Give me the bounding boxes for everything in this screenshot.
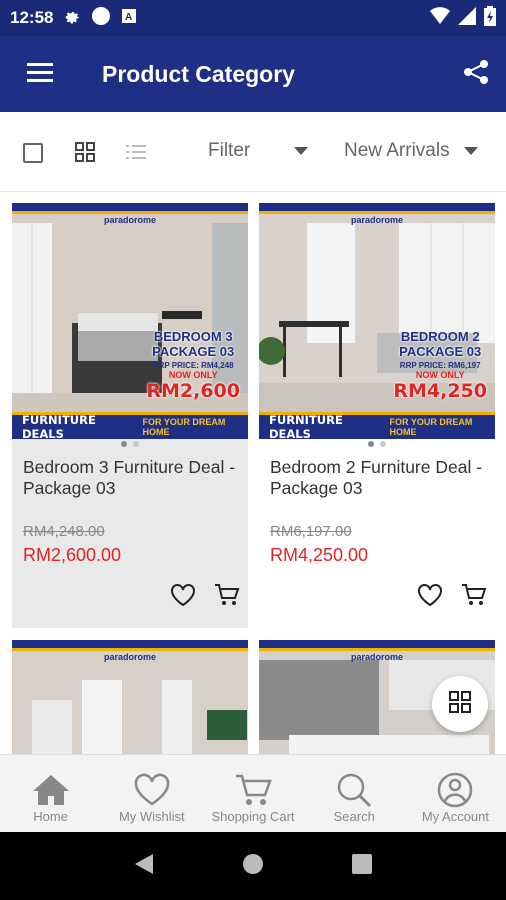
share-icon	[463, 59, 489, 90]
menu-button[interactable]	[0, 36, 80, 112]
page-title: Product Category	[102, 60, 295, 87]
layout-toggle-button[interactable]	[432, 676, 488, 732]
circle-icon	[91, 6, 111, 31]
sort-dropdown[interactable]: New Arrivals	[344, 140, 478, 162]
nav-home[interactable]: Home	[0, 755, 101, 832]
nav-cart[interactable]: Shopping Cart	[202, 755, 303, 832]
heart-icon	[133, 771, 171, 809]
product-title[interactable]: Bedroom 2 Furniture Deal - Package 03	[259, 451, 495, 513]
status-bar: 12:58 A	[0, 0, 506, 36]
product-grid: paradorome BEDROOM 3 PACKAGE 03 RRP PRIC…	[0, 193, 506, 754]
product-card[interactable]: paradorome BEDROOM 2 PACKAGE 03 RRP PRIC…	[259, 203, 495, 628]
nav-search-label: Search	[333, 809, 375, 824]
filter-label: Filter	[208, 140, 251, 161]
signal-icon	[458, 6, 476, 30]
product-card[interactable]: paradorome	[12, 640, 248, 754]
gear-icon	[63, 7, 81, 30]
nav-wishlist-label: My Wishlist	[118, 809, 185, 824]
promo-banner: FURNITURE DEALS FOR YOUR DREAM HOME	[259, 413, 495, 439]
hamburger-icon	[27, 62, 53, 87]
nav-wishlist[interactable]: My Wishlist	[101, 755, 202, 832]
brand-logo: paradorome	[351, 652, 404, 662]
product-image[interactable]: paradorome BEDROOM 2 PACKAGE 03 RRP PRIC…	[259, 203, 495, 439]
brand-logo: paradorome	[104, 652, 157, 662]
status-time: 12:58	[10, 8, 54, 27]
brand-logo: paradorome	[351, 215, 404, 225]
nav-search[interactable]: Search	[304, 755, 405, 832]
caret-down-icon	[294, 147, 309, 155]
brand-logo: paradorome	[104, 215, 157, 225]
share-button[interactable]	[460, 58, 492, 90]
account-icon	[436, 771, 474, 809]
sale-price: RM4,250.00	[270, 545, 369, 565]
nav-account-label: My Account	[421, 809, 490, 824]
grid-view-icon[interactable]	[75, 142, 95, 167]
original-price: RM6,197.00	[270, 523, 352, 540]
recents-icon[interactable]	[351, 853, 373, 880]
battery-icon	[484, 5, 496, 31]
original-price: RM4,248.00	[23, 523, 105, 540]
wishlist-heart-icon[interactable]	[417, 583, 443, 612]
nav-home-label: Home	[33, 809, 68, 824]
product-image[interactable]: paradorome	[12, 640, 248, 754]
sale-price: RM2,600.00	[23, 545, 122, 565]
wishlist-heart-icon[interactable]	[170, 583, 196, 612]
wifi-icon	[430, 6, 450, 30]
caret-down-icon	[463, 147, 478, 155]
product-image[interactable]: paradorome BEDROOM 3 PACKAGE 03 RRP PRIC…	[12, 203, 248, 439]
add-to-cart-icon[interactable]	[461, 583, 487, 612]
grid-view-icon	[448, 690, 472, 719]
promo-banner: FURNITURE DEALS FOR YOUR DREAM HOME	[12, 413, 248, 439]
back-icon[interactable]	[133, 852, 155, 881]
nav-cart-label: Shopping Cart	[211, 809, 295, 824]
home-circle-icon[interactable]	[241, 852, 265, 881]
nav-account[interactable]: My Account	[405, 755, 506, 832]
app-bar: Product Category	[0, 36, 506, 112]
product-card[interactable]: paradorome BEDROOM 3 PACKAGE 03 RRP PRIC…	[12, 203, 248, 628]
filter-toolbar: Filter New Arrivals	[0, 112, 506, 192]
search-icon	[335, 771, 373, 809]
cart-icon	[234, 771, 272, 809]
select-all-checkbox[interactable]	[23, 143, 43, 163]
sort-label: New Arrivals	[344, 140, 450, 161]
system-navigation-bar	[0, 832, 506, 900]
list-view-icon[interactable]	[126, 142, 148, 167]
filter-dropdown[interactable]: Filter	[208, 140, 309, 162]
product-title[interactable]: Bedroom 3 Furniture Deal - Package 03	[12, 451, 248, 513]
promo-overlay: BEDROOM 2 PACKAGE 03 RRP PRICE: RM6,197 …	[393, 329, 487, 402]
a-box-icon: A	[121, 8, 137, 29]
svg-text:A: A	[125, 12, 132, 23]
bottom-navigation: Home My Wishlist Shopping Cart Search My…	[0, 754, 506, 832]
image-pager-dots	[12, 439, 248, 451]
home-icon	[31, 771, 71, 809]
add-to-cart-icon[interactable]	[214, 583, 240, 612]
image-pager-dots	[259, 439, 495, 451]
promo-overlay: BEDROOM 3 PACKAGE 03 RRP PRICE: RM4,248 …	[146, 329, 240, 402]
